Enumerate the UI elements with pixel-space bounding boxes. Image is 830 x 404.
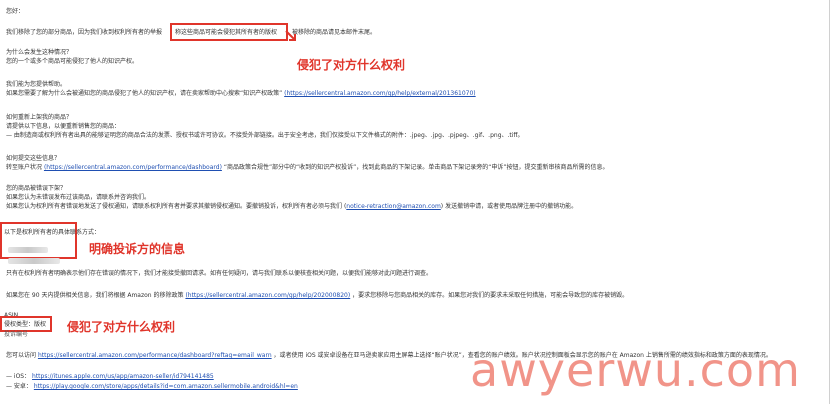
arrow-icon (285, 30, 296, 41)
help-text: 如果您需要了解为什么会被通知您的商品侵犯了他人的知识产权，请在卖家帮助中心搜索“… (6, 90, 476, 97)
submit-title: 如何提交这些信息？ (6, 155, 61, 162)
answer-why: 您的一个或多个商品可能侵犯了他人的知识产权。 (6, 58, 139, 65)
retraction-email-link[interactable]: notice-retraction@amazon.com (346, 203, 441, 210)
annotation-right-type: 侵犯了对方什么权利 (67, 320, 176, 334)
redacted-block (8, 257, 60, 264)
removal-desc-a: 如果您在 90 天内提供相关信息，我们将根据 Amazon 的移除政策 (6, 292, 184, 299)
retraction-paren-close: ) (440, 203, 444, 210)
relist-title: 如何重新上架我的商品？ (6, 114, 73, 121)
contact-redacted-2 (8, 250, 60, 269)
email-body-panel: 您好： 我们移除了您的部分商品，因为我们收到权利所有者的举报 称这些商品可能会侵… (0, 0, 830, 404)
question-why: 为什么会发生这种情况？ (6, 49, 73, 56)
dashboard-access-desc-a: 您可以访问 (6, 352, 37, 359)
intro-line: 我们移除了您的部分商品，因为我们收到权利所有者的举报 (6, 29, 162, 36)
relist-docs: — 由制造商或权利所有者出具的能够证明您的商品合法的发票、授权书或许可协议。不接… (6, 132, 524, 139)
submit-desc-a: 转至账户状况 (6, 164, 43, 171)
wrongly-removed-title: 您的商品被错误下架？ (6, 185, 67, 192)
right-type: 侵权类型：版权 (4, 321, 47, 328)
help-title: 我们能为您提供帮助。 (6, 81, 67, 88)
submit-desc-b: “商品政策合规性”部分中的“收到的知识产权投诉”，找到此商品的下架记录。单击商品… (223, 164, 609, 171)
submit-text: 转至账户状况 (https://sellercentral.amazon.com… (6, 164, 609, 171)
dashboard-warn-link[interactable]: https://sellercentral.amazon.com/perform… (38, 352, 272, 359)
removal-desc-b: ，要求您移除与您商品相关的库存。如果您对我们的要求未采取任何措施，可能会导致您的… (352, 292, 629, 299)
intro-text-a: 我们移除了您的部分商品，因为我们收到权利所有者的举报 (6, 29, 163, 36)
report-id-label: 投诉编号 (4, 331, 29, 338)
help-desc: 如果您需要了解为什么会被通知您的商品侵犯了他人的知识产权，请在卖家帮助中心搜索“… (6, 90, 283, 97)
ios-line: — iOS： https://itunes.apple.com/us/app/a… (6, 373, 214, 380)
intro-boxed-text: 称这些商品可能会侵犯其所有者的版权 (175, 29, 278, 36)
relist-info: 请提供以下信息，以便重新销售您的商品： (6, 123, 121, 130)
retraction-desc-b: 发送撤销申请，或者使用品牌注册中的撤销功能。 (445, 203, 578, 210)
retraction-text: 如果您认为权利所有者错误地发送了侵权通知，请联系权利所有者并要求其撤销侵权通知。… (6, 203, 577, 210)
dashboard-link[interactable]: (https://sellercentral.amazon.com/perfor… (44, 164, 222, 171)
removal-policy-text: 如果您在 90 天内提供相关信息，我们将根据 Amazon 的移除政策 (htt… (6, 292, 628, 299)
site-watermark: awyerwu.com (470, 343, 801, 397)
android-line: — 安卓： https://play.google.com/store/apps… (6, 383, 298, 390)
greeting: 您好： (6, 8, 25, 15)
intro-text-b: 被移除的商品请见本邮件末尾。 (292, 29, 377, 36)
removal-policy-link[interactable]: (https://sellercentral.amazon.com/gp/hel… (185, 292, 350, 299)
wrongly-removed-text: 如果您认为未错误发布过该商品，请联系并咨询我们。 (6, 194, 151, 201)
email-screenshot: 您好： 我们移除了您的部分商品，因为我们收到权利所有者的举报 称这些商品可能会侵… (0, 0, 830, 404)
ios-label: — iOS： (6, 373, 31, 380)
android-label: — 安卓： (6, 383, 32, 390)
android-app-link[interactable]: https://play.google.com/store/apps/detai… (34, 383, 298, 390)
annotation-right-violated: 侵犯了对方什么权利 (297, 58, 406, 72)
ios-app-link[interactable]: https://itunes.apple.com/us/app/amazon-s… (32, 373, 214, 380)
contact-label: 以下是权利所有者的具体联系方式： (4, 229, 101, 236)
retraction-desc-a: 如果您认为权利所有者错误地发送了侵权通知，请联系权利所有者并要求其撤销侵权通知。… (6, 203, 343, 210)
retraction-policy-text: 只有在权利所有者明确表示他们存在错误的情况下，我们才能接受撤回请求。如有任何疑问… (6, 270, 433, 277)
annotation-contact: 明确投诉方的信息 (89, 242, 186, 256)
help-link[interactable]: (https://sellercentral.amazon.com/gp/hel… (284, 90, 476, 97)
